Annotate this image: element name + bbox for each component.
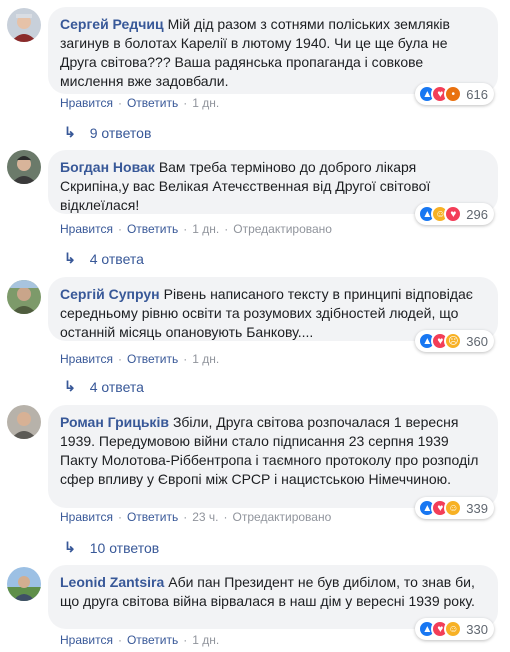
reply-link[interactable]: Ответить [127,633,178,647]
comment-actions: Нравится · Ответить · 1 дн. [60,96,219,110]
separator: · [117,510,122,524]
comment-bubble: Сергій Супрун Рівень написаного тексту в … [48,277,498,352]
comment-bubble: Роман Грицьків Збіли, Друга світова розпо… [48,405,498,519]
view-replies[interactable]: ↳ 9 ответов [64,124,151,141]
reply-arrow-icon: ↳ [64,378,76,394]
timestamp[interactable]: 1 дн. [192,96,219,110]
avatar[interactable] [7,150,41,184]
comment-actions: Нравится · Ответить · 1 дн. [60,633,219,647]
separator: · [183,510,188,524]
reply-link[interactable]: Ответить [127,222,178,236]
reply-link[interactable]: Ответить [127,352,178,366]
view-replies[interactable]: ↳ 10 ответов [64,539,159,556]
reply-link[interactable]: Ответить [127,510,178,524]
avatar[interactable] [7,280,41,314]
separator: · [117,96,122,110]
timestamp[interactable]: 23 ч. [192,510,218,524]
reply-arrow-icon: ↳ [64,539,76,555]
separator: · [183,633,188,647]
reactions-summary[interactable]: ▲ ♥ ☹ 360 [415,330,494,352]
comment-actions: Нравится · Ответить · 1 дн. [60,352,219,366]
comment-author[interactable]: Богдан Новак [60,159,155,175]
separator: · [183,352,188,366]
separator: · [117,222,122,236]
reactions-summary[interactable]: ▲ ♥ • 616 [415,83,494,105]
comment-author[interactable]: Leonid Zantsira [60,574,164,590]
separator: · [223,510,228,524]
reactions-count: 296 [466,206,488,222]
view-replies[interactable]: ↳ 4 ответа [64,378,144,395]
separator: · [117,352,122,366]
reply-arrow-icon: ↳ [64,250,76,266]
comment-bubble: Leonid Zantsira Аби пан Президент не був … [48,565,498,640]
sad-icon: ☹ [444,332,463,350]
reactions-summary[interactable]: ▲ ♥ ☺ 339 [415,497,494,519]
avatar[interactable] [7,8,41,42]
like-link[interactable]: Нравится [60,222,113,236]
reactions-summary[interactable]: ▲ ♥ ☺ 330 [415,618,494,640]
replies-count: 4 ответа [89,250,144,267]
replies-count: 4 ответа [89,378,144,395]
separator: · [183,222,188,236]
comment-actions: Нравится · Ответить · 23 ч. · Отредактир… [60,510,331,524]
haha-icon: ☺ [444,620,463,638]
reactions-count: 360 [466,333,488,349]
angry-icon: • [444,85,463,103]
replies-count: 9 ответов [89,124,152,141]
comment-author[interactable]: Роман Грицьків [60,414,169,430]
comment-bubble: Богдан Новак Вам треба терміново до добро… [48,150,498,225]
edited-label[interactable]: Отредактировано [233,510,332,524]
edited-label[interactable]: Отредактировано [233,222,332,236]
like-link[interactable]: Нравится [60,510,113,524]
avatar[interactable] [7,405,41,439]
reply-link[interactable]: Ответить [127,96,178,110]
reactions-count: 339 [466,500,488,516]
comment-actions: Нравится · Ответить · 1 дн. · Отредактир… [60,222,332,236]
comment-bubble: Сергей Редчиц Мій дід разом з сотнями пол… [48,7,498,105]
separator: · [224,222,229,236]
like-link[interactable]: Нравится [60,96,113,110]
comment-author[interactable]: Сергій Супрун [60,286,160,302]
separator: · [117,633,122,647]
like-link[interactable]: Нравится [60,352,113,366]
view-replies[interactable]: ↳ 4 ответа [64,250,144,267]
avatar[interactable] [7,567,41,601]
replies-count: 10 ответов [89,539,160,556]
timestamp[interactable]: 1 дн. [192,222,219,236]
reactions-count: 616 [466,86,488,102]
reactions-summary[interactable]: ▲ ☺ ♥ 296 [415,203,494,225]
comment-author[interactable]: Сергей Редчиц [60,16,164,32]
timestamp[interactable]: 1 дн. [192,352,219,366]
reply-arrow-icon: ↳ [64,124,76,140]
like-link[interactable]: Нравится [60,633,113,647]
love-icon: ♥ [444,205,463,223]
haha-icon: ☺ [444,499,463,517]
reactions-count: 330 [466,621,488,637]
timestamp[interactable]: 1 дн. [192,633,219,647]
separator: · [183,96,188,110]
